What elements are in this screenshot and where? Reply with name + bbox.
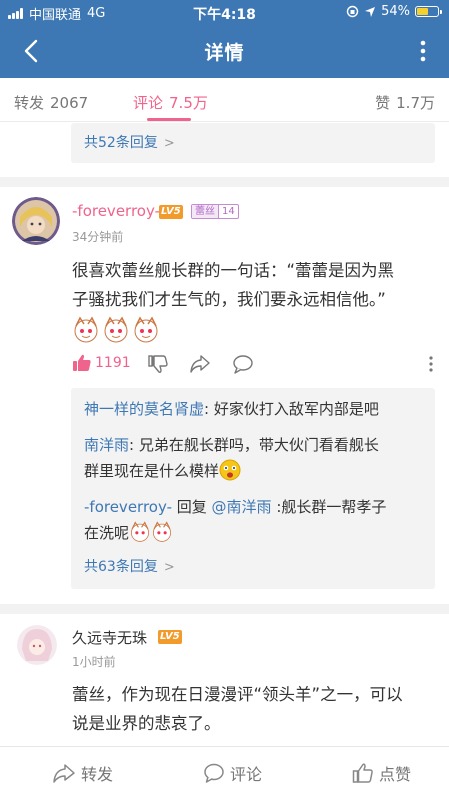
- chevron-right-icon: >: [163, 136, 175, 151]
- repost-label: 转发: [81, 765, 114, 784]
- mention-link[interactable]: @南洋雨: [212, 498, 272, 516]
- fan-medal-badge[interactable]: 蕾丝 14: [191, 204, 239, 219]
- weibo-detail-screen: 中国联通 4G 下午4:18 54% 详情 转发 2067 评论 7.5万 赞 1.7…: [0, 0, 449, 800]
- orientation-lock-icon: [346, 5, 359, 18]
- more-vertical-icon[interactable]: [411, 37, 435, 65]
- sticker-emoji-icon: [104, 316, 128, 343]
- sticker-emoji-icon: [134, 316, 158, 343]
- tab-likes-count: 1.7万: [396, 94, 435, 112]
- view-more-replies-link[interactable]: 共52条回复 >: [84, 132, 175, 152]
- thumbs-down-icon[interactable]: [148, 354, 168, 374]
- tab-comments-count: 7.5万: [169, 94, 208, 112]
- comment-username[interactable]: 久远寺无珠: [72, 627, 147, 648]
- comment-username[interactable]: -foreverroy-: [72, 202, 160, 220]
- comment-timestamp: 34分钟前: [72, 230, 124, 244]
- comment-text-line: 蕾丝，作为现在日漫漫评“领头羊”之一，可以: [72, 685, 403, 704]
- tab-likes-label: 赞: [375, 94, 391, 112]
- comment-text: 蕾丝，作为现在日漫漫评“领头羊”之一，可以 说是业界的悲哀了。: [72, 680, 442, 738]
- shocked-emoji-icon: [219, 459, 241, 481]
- page-title: 详情: [204, 42, 245, 64]
- avatar[interactable]: [17, 625, 57, 665]
- comment-text: 很喜欢蕾丝舰长群的一句话：“蕾蕾是因为黑 子骚扰我们才生气的，我们要永远相信他。…: [72, 256, 442, 314]
- detail-tabs: 转发 2067 评论 7.5万 赞 1.7万: [0, 78, 449, 122]
- sub-reply-username[interactable]: 南洋雨: [84, 436, 129, 454]
- sub-replies-box: 神一样的莫名肾虚: 好家伙打入敌军内部是吧 南洋雨: 兄弟在舰长群吗，带大伙门看…: [71, 388, 435, 589]
- share-icon[interactable]: [189, 354, 211, 374]
- comment-timestamp: 1小时前: [72, 655, 116, 669]
- avatar[interactable]: [12, 197, 60, 245]
- like-post-button[interactable]: 点赞: [352, 761, 411, 785]
- repost-button[interactable]: 转发: [52, 761, 113, 785]
- comment-text-line: 说是业界的悲哀了。: [72, 714, 221, 733]
- user-level-badge: LV5: [158, 630, 182, 644]
- top-header: 中国联通 4G 下午4:18 54% 详情: [0, 0, 449, 78]
- view-more-replies-link[interactable]: 共63条回复 >: [84, 556, 175, 576]
- comment-list[interactable]: 共52条回复 > -foreverroy- LV5 蕾丝 14 34分钟前 很喜欢…: [0, 123, 449, 746]
- comment-more-icon[interactable]: [428, 355, 434, 373]
- like-label: 点赞: [379, 765, 412, 784]
- tab-repost-label: 转发: [14, 94, 45, 112]
- comment-button[interactable]: 评论: [203, 761, 262, 785]
- nav-bar: 详情: [0, 24, 449, 78]
- sub-reply-text: 回复: [172, 498, 212, 516]
- sub-reply[interactable]: 南洋雨: 兄弟在舰长群吗，带大伙门看看舰长 群里现在是什么模样: [84, 432, 425, 484]
- reply-bubble-icon[interactable]: [232, 354, 254, 374]
- bottom-action-bar: 转发 评论 点赞: [0, 746, 449, 800]
- fan-medal-name: 蕾丝: [192, 205, 218, 218]
- sub-reply[interactable]: -foreverroy- 回复 @南洋雨 :舰长群一帮孝子 在洗呢: [84, 494, 425, 546]
- location-icon: [365, 6, 376, 17]
- sub-reply-text: :舰长群一帮孝子: [271, 498, 387, 516]
- sub-reply-text: 群里现在是什么模样: [84, 462, 220, 480]
- tab-comments-label: 评论: [133, 94, 164, 112]
- tab-repost-count: 2067: [50, 94, 89, 112]
- thumbs-up-icon: [352, 763, 373, 783]
- sub-reply-text: : 好家伙打入敌军内部是吧: [204, 400, 379, 418]
- comment-label: 评论: [230, 765, 263, 784]
- sticker-row: [72, 316, 160, 344]
- share-icon: [53, 764, 75, 783]
- thumbs-up-filled-icon: [73, 354, 91, 371]
- sticker-emoji-icon: [130, 521, 150, 542]
- section-divider: [0, 177, 449, 187]
- comment-text-line: 子骚扰我们才生气的，我们要永远相信他。”: [72, 290, 386, 309]
- comment-text-line: 很喜欢蕾丝舰长群的一句话：“蕾蕾是因为黑: [72, 261, 395, 280]
- previous-replies-box: 共52条回复 >: [71, 123, 435, 163]
- section-divider: [0, 604, 449, 614]
- active-tab-indicator: [147, 118, 191, 121]
- sticker-emoji-icon: [152, 521, 172, 542]
- battery-percent: 54%: [381, 4, 410, 19]
- like-count: 1191: [95, 355, 131, 371]
- fan-medal-level: 14: [218, 205, 238, 218]
- chevron-right-icon: >: [163, 560, 175, 575]
- like-button[interactable]: 1191: [72, 353, 131, 373]
- sub-reply-username[interactable]: -foreverroy-: [84, 498, 172, 516]
- tab-likes[interactable]: 赞 1.7万: [375, 92, 435, 113]
- sticker-emoji-icon: [74, 316, 98, 343]
- comment-bubble-icon: [204, 763, 224, 783]
- tab-comments[interactable]: 评论 7.5万: [133, 92, 208, 113]
- tab-repost[interactable]: 转发 2067: [14, 92, 88, 113]
- comment-actions: 1191: [72, 353, 436, 375]
- sub-reply[interactable]: 神一样的莫名肾虚: 好家伙打入敌军内部是吧: [84, 396, 425, 422]
- sub-reply-text: 在洗呢: [84, 524, 130, 542]
- sub-reply-username[interactable]: 神一样的莫名肾虚: [84, 400, 204, 418]
- battery-icon: [415, 6, 442, 17]
- user-level-badge: LV5: [159, 205, 183, 219]
- sub-reply-text: : 兄弟在舰长群吗，带大伙门看看舰长: [129, 436, 379, 454]
- status-bar: 中国联通 4G 下午4:18 54%: [0, 0, 449, 24]
